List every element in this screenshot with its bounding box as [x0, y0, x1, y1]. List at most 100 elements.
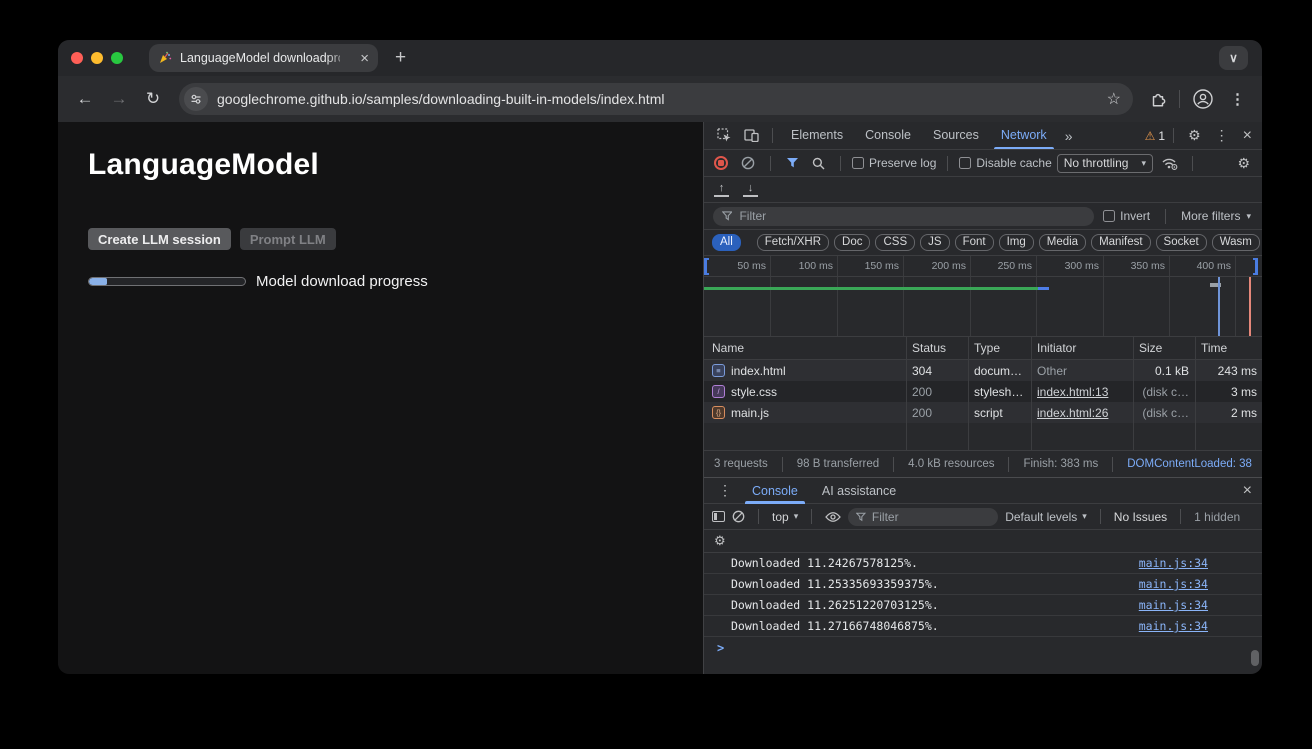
chip-css[interactable]: CSS — [875, 234, 915, 251]
javascript-context-dropdown[interactable]: top ▾ — [772, 510, 798, 524]
console-message[interactable]: Downloaded 11.25335693359375%. main.js:3… — [704, 574, 1262, 595]
column-divider[interactable] — [1195, 337, 1196, 450]
console-message[interactable]: Downloaded 11.24267578125%. main.js:34 — [704, 553, 1262, 574]
column-divider[interactable] — [968, 337, 969, 450]
overview-right-handle[interactable] — [1253, 258, 1258, 275]
hidden-messages-count[interactable]: 1 hidden — [1194, 510, 1240, 524]
filter-funnel-icon[interactable] — [782, 157, 803, 169]
network-filter-pill[interactable] — [713, 207, 1094, 226]
chip-fetch-xhr[interactable]: Fetch/XHR — [757, 234, 829, 251]
table-row[interactable]: ≡index.html 304 docum… Other 0.1 kB 243 … — [704, 360, 1262, 381]
live-expression-eye-icon[interactable] — [825, 511, 841, 523]
tab-elements[interactable]: Elements — [781, 122, 853, 149]
source-link[interactable]: main.js:34 — [1139, 556, 1208, 570]
clear-network-log-icon[interactable] — [737, 156, 759, 170]
tab-close-icon[interactable]: × — [360, 50, 369, 67]
devtools-close-icon[interactable]: × — [1237, 127, 1262, 145]
source-link[interactable]: main.js:34 — [1139, 577, 1208, 591]
drawer-menu-icon[interactable]: ⋮ — [712, 482, 738, 499]
more-filters-dropdown[interactable]: More filters ▾ — [1181, 209, 1253, 223]
source-link[interactable]: main.js:34 — [1139, 598, 1208, 612]
browser-tab[interactable]: LanguageModel downloadpro × — [149, 44, 378, 72]
network-conditions-icon[interactable] — [1158, 156, 1181, 170]
log-levels-dropdown[interactable]: Default levels ▾ — [1005, 510, 1087, 524]
console-prompt[interactable]: > — [704, 637, 1262, 659]
no-issues-label[interactable]: No Issues — [1114, 510, 1167, 524]
browser-menu-icon[interactable]: ⋮ — [1226, 90, 1249, 108]
devtools-settings-icon[interactable]: ⚙ — [1182, 127, 1207, 144]
console-scrollbar-thumb[interactable] — [1251, 650, 1259, 666]
console-filter-input[interactable] — [872, 510, 990, 524]
source-link[interactable]: main.js:34 — [1139, 619, 1208, 633]
header-type[interactable]: Type — [968, 341, 1031, 355]
header-size[interactable]: Size — [1133, 341, 1195, 355]
address-bar[interactable]: googlechrome.github.io/samples/downloadi… — [179, 83, 1133, 115]
overview-left-handle[interactable] — [704, 258, 709, 275]
table-row[interactable]: {}main.js 200 script index.html:26 (disk… — [704, 402, 1262, 423]
clear-console-icon[interactable] — [732, 510, 745, 523]
prompt-llm-button[interactable]: Prompt LLM — [240, 228, 336, 250]
create-llm-session-button[interactable]: Create LLM session — [88, 228, 231, 250]
import-har-icon[interactable]: ↑ — [714, 183, 729, 197]
initiator-link[interactable]: index.html:13 — [1037, 385, 1108, 399]
preserve-log-checkbox[interactable]: Preserve log — [852, 156, 936, 170]
site-info-button[interactable] — [184, 87, 208, 111]
network-settings-icon[interactable]: ⚙ — [1231, 155, 1256, 172]
tab-sources[interactable]: Sources — [923, 122, 989, 149]
network-overview-timeline[interactable]: 50 ms 100 ms 150 ms 200 ms 250 ms 300 ms… — [704, 256, 1262, 337]
url-text[interactable]: googlechrome.github.io/samples/downloadi… — [217, 91, 1098, 107]
chip-all[interactable]: All — [712, 234, 741, 251]
column-divider[interactable] — [1133, 337, 1134, 450]
throttling-select[interactable]: No throttling ▾ — [1057, 154, 1153, 173]
column-divider[interactable] — [906, 337, 907, 450]
header-time[interactable]: Time — [1195, 341, 1262, 355]
profile-avatar-icon[interactable] — [1192, 88, 1214, 110]
chip-js[interactable]: JS — [920, 234, 949, 251]
chip-img[interactable]: Img — [999, 234, 1034, 251]
forward-button[interactable]: → — [105, 85, 133, 113]
inspect-element-icon[interactable] — [712, 128, 737, 143]
chip-socket[interactable]: Socket — [1156, 234, 1207, 251]
console-settings-gear-icon[interactable]: ⚙ — [714, 533, 726, 549]
devtools-menu-icon[interactable]: ⋮ — [1209, 127, 1235, 144]
chip-doc[interactable]: Doc — [834, 234, 870, 251]
console-filter-pill[interactable] — [848, 508, 998, 526]
tab-search-button[interactable]: ∨ — [1219, 46, 1248, 70]
new-tab-button[interactable]: + — [395, 47, 406, 69]
drawer-tab-console[interactable]: Console — [742, 478, 808, 504]
reload-button[interactable]: ↻ — [139, 85, 167, 113]
search-icon[interactable] — [808, 157, 829, 170]
console-sidebar-icon[interactable] — [712, 511, 725, 522]
table-row[interactable]: /style.css 200 stylesh… index.html:13 (d… — [704, 381, 1262, 402]
record-network-log-button[interactable] — [714, 156, 728, 170]
initiator-link[interactable]: index.html:26 — [1037, 406, 1108, 420]
chip-manifest[interactable]: Manifest — [1091, 234, 1150, 251]
chip-wasm[interactable]: Wasm — [1212, 234, 1260, 251]
network-filter-input[interactable] — [739, 209, 1085, 223]
disable-cache-checkbox[interactable]: Disable cache — [959, 156, 1051, 170]
column-divider[interactable] — [1031, 337, 1032, 450]
table-header[interactable]: Name Status Type Initiator Size Time — [704, 337, 1262, 360]
device-toolbar-icon[interactable] — [739, 129, 764, 142]
extensions-icon[interactable] — [1149, 90, 1167, 108]
console-message[interactable]: Downloaded 11.27166748046875%. main.js:3… — [704, 616, 1262, 637]
issues-counter[interactable]: ⚠ 1 — [1145, 129, 1165, 143]
header-initiator[interactable]: Initiator — [1031, 341, 1133, 355]
tab-console[interactable]: Console — [855, 122, 921, 149]
export-har-icon[interactable]: ↓ — [743, 183, 758, 197]
minimize-window-button[interactable] — [91, 52, 103, 64]
bookmark-star-icon[interactable]: ☆ — [1107, 89, 1121, 109]
invert-checkbox[interactable]: Invert — [1103, 209, 1150, 223]
drawer-tab-ai-assistance[interactable]: AI assistance — [812, 478, 906, 504]
chip-media[interactable]: Media — [1039, 234, 1086, 251]
close-window-button[interactable] — [71, 52, 83, 64]
more-tabs-icon[interactable]: » — [1059, 128, 1079, 144]
back-button[interactable]: ← — [71, 85, 99, 113]
chip-font[interactable]: Font — [955, 234, 994, 251]
zoom-window-button[interactable] — [111, 52, 123, 64]
tab-network[interactable]: Network — [991, 122, 1057, 149]
console-message[interactable]: Downloaded 11.26251220703125%. main.js:3… — [704, 595, 1262, 616]
drawer-close-icon[interactable]: × — [1237, 482, 1262, 500]
header-status[interactable]: Status — [906, 341, 968, 355]
header-name[interactable]: Name — [704, 341, 906, 355]
